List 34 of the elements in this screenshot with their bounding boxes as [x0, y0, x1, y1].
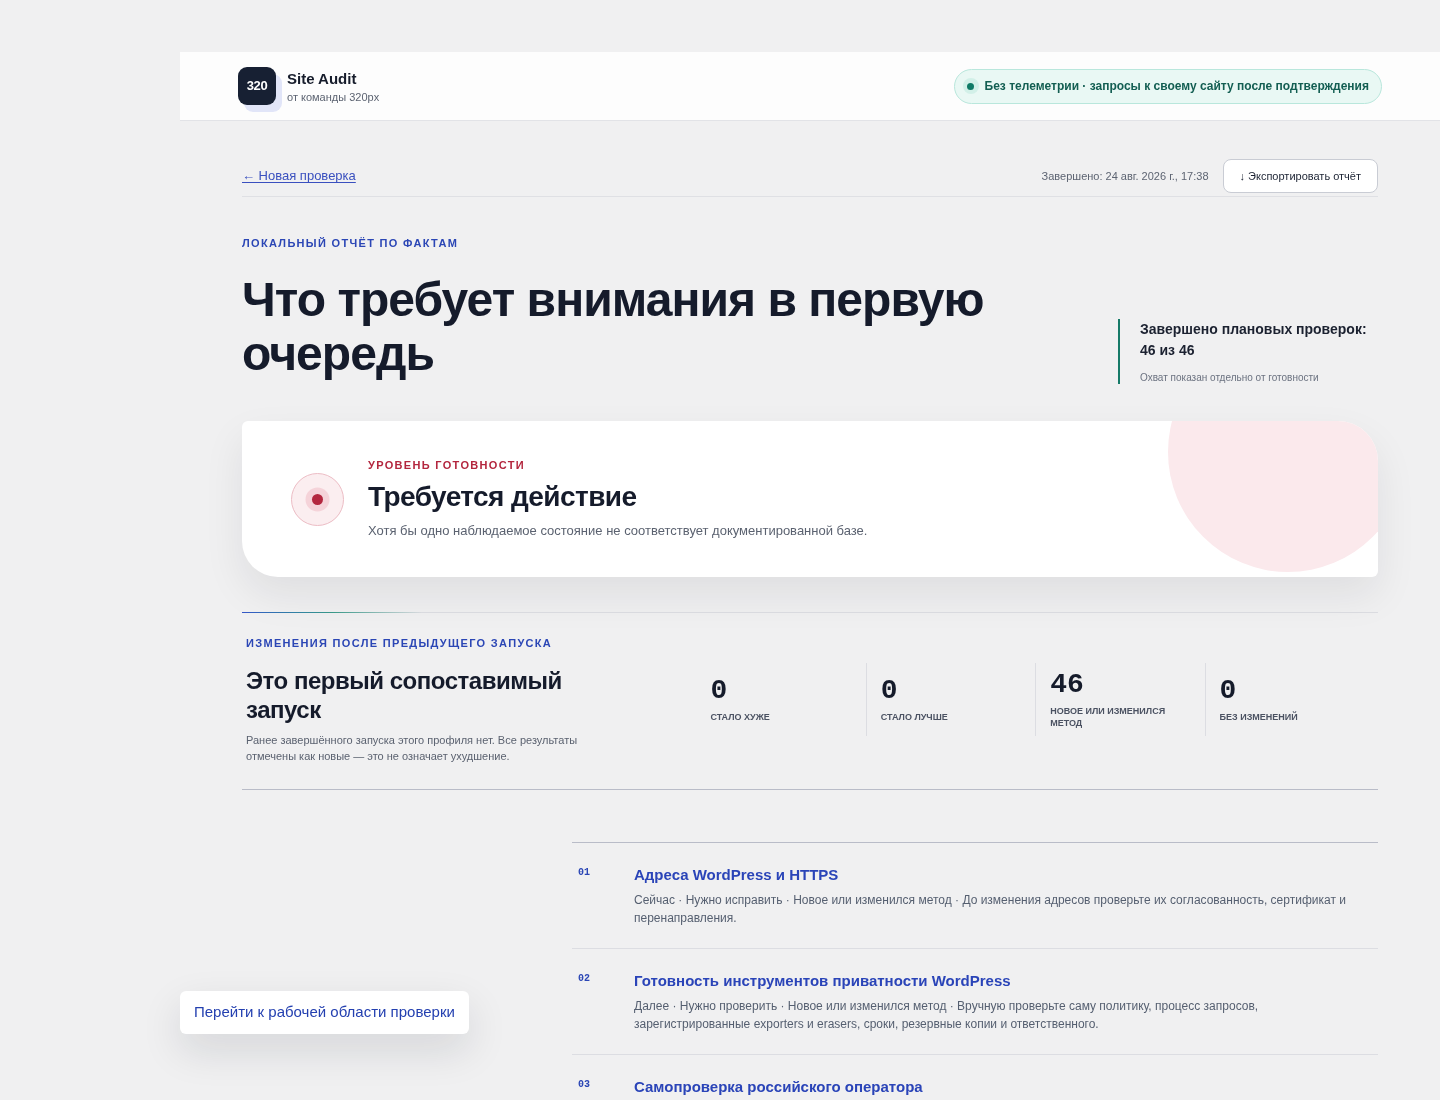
check-title-link[interactable]: Адреса WordPress и HTTPS [634, 866, 839, 884]
stat-label: СТАЛО ЛУЧШЕ [880, 711, 949, 723]
alert-target-icon [291, 472, 344, 526]
check-title-link[interactable]: Готовность инструментов приватности WordPress [634, 972, 1011, 990]
readiness-eyebrow: УРОВЕНЬ ГОТОВНОСТИ [368, 458, 526, 472]
stat-label: СТАЛО ХУЖЕ [710, 711, 771, 723]
readiness-description: Хотя бы одно наблюдаемое состояние не соответствует документированной базе. [368, 521, 868, 540]
app-title: Site Audit [287, 68, 358, 88]
page-title: Что требует внимания в первую очередь [242, 273, 985, 381]
stat-value: 0 [880, 676, 899, 706]
checks-summary: Завершено плановых проверок: 46 из 46 [1140, 320, 1368, 360]
check-number: 03 [577, 1078, 591, 1092]
readiness-status: Требуется действие [368, 479, 638, 514]
check-number: 02 [577, 972, 591, 986]
changes-title: Это первый сопоставимый запуск [246, 666, 563, 724]
changes-eyebrow: ИЗМЕНЕНИЯ ПОСЛЕ ПРЕДЫДУЩЕГО ЗАПУСКА [246, 637, 554, 650]
check-title-link[interactable]: Самопроверка российского оператора [634, 1078, 923, 1096]
changes-description: Ранее завершённого запуска этого профиля нет. Все результаты отмечены как новые — это не означает ухудшение. [246, 733, 579, 764]
stat-value: 0 [1219, 676, 1238, 706]
report-eyebrow: ЛОКАЛЬНЫЙ ОТЧЁТ ПО ФАКТАМ [242, 237, 460, 250]
skip-link[interactable]: Перейти к рабочей области проверки [180, 991, 469, 1034]
stat-value: 46 [1050, 670, 1085, 700]
stat-label: НОВОЕ ИЛИ ИЗМЕНИЛСЯ МЕТОД [1050, 705, 1167, 729]
completed-time: Завершено: 24 авг. 2026 г., 17:38 [1041, 168, 1209, 184]
check-number: 01 [577, 866, 591, 880]
app-subtitle: от команды 320px [287, 89, 380, 104]
stat-value: 0 [710, 676, 729, 706]
privacy-badge-text: Без телеметрии · запросы к своему сайту после подтверждения [984, 78, 1369, 95]
stat-label: БЕЗ ИЗМЕНЕНИЙ [1219, 711, 1299, 723]
check-description: Далее · Нужно проверить · Новое или изменился метод · Вручную проверьте саму политику, процесс запросов, зарегистрированные exporters и erasers, сроки, резервные копии и ответственного. [634, 998, 1260, 1033]
back-link[interactable]: ← Новая проверка [242, 166, 356, 186]
coverage-note: Охват показан отдельно от готовности [1140, 372, 1320, 384]
export-button[interactable]: ↓ Экспортировать отчёт [1222, 159, 1378, 193]
check-description: Сейчас · Нужно исправить · Новое или изменился метод · До изменения адресов проверьте их согласованность, сертификат и перенаправления. [634, 892, 1347, 927]
